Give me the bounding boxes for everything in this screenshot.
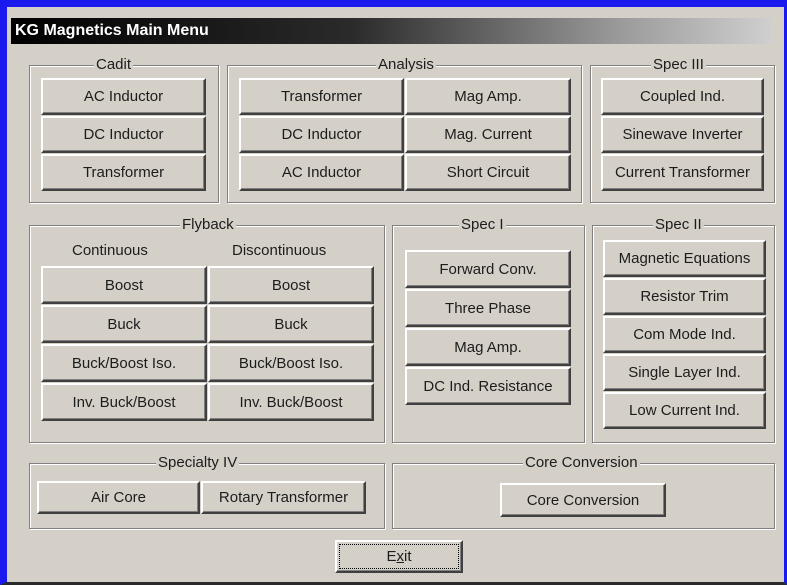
analysis-ac-inductor-button[interactable]: AC Inductor: [239, 154, 404, 191]
group-spec2: Spec II Magnetic Equations Resistor Trim…: [592, 216, 775, 443]
flyback-continuous-inv-buck-boost-button[interactable]: Inv. Buck/Boost: [41, 383, 207, 421]
spec1-mag-amp-button[interactable]: Mag Amp.: [405, 328, 571, 366]
analysis-dc-inductor-button[interactable]: DC Inductor: [239, 116, 404, 153]
group-spec3-label: Spec III: [651, 56, 706, 74]
main-menu-window: KG Magnetics Main Menu Cadit AC Inductor…: [0, 0, 787, 585]
group-core-conversion-label: Core Conversion: [523, 454, 640, 472]
analysis-mag-amp-button[interactable]: Mag Amp.: [405, 78, 571, 115]
spec3-sinewave-inverter-button[interactable]: Sinewave Inverter: [601, 116, 764, 153]
group-spec1-label: Spec I: [459, 216, 506, 234]
group-spec2-label: Spec II: [653, 216, 704, 234]
cadit-ac-inductor-button[interactable]: AC Inductor: [41, 78, 206, 115]
analysis-mag-current-button[interactable]: Mag. Current: [405, 116, 571, 153]
spec2-com-mode-ind-button[interactable]: Com Mode Ind.: [603, 316, 766, 353]
flyback-discontinuous-boost-button[interactable]: Boost: [208, 266, 374, 304]
group-specialty4-label: Specialty IV: [156, 454, 240, 472]
group-spec1: Spec I Forward Conv. Three Phase Mag Amp…: [392, 216, 585, 443]
specialty4-rotary-transformer-button[interactable]: Rotary Transformer: [201, 481, 366, 514]
exit-label-accelerator: x: [396, 548, 405, 565]
flyback-discontinuous-heading: Discontinuous: [232, 242, 327, 259]
flyback-discontinuous-inv-buck-boost-button[interactable]: Inv. Buck/Boost: [208, 383, 374, 421]
group-flyback: Flyback Continuous Discontinuous Boost B…: [29, 216, 385, 443]
flyback-discontinuous-buck-boost-iso-button[interactable]: Buck/Boost Iso.: [208, 344, 374, 382]
spec1-dc-ind-resistance-button[interactable]: DC Ind. Resistance: [405, 367, 571, 405]
spec1-three-phase-button[interactable]: Three Phase: [405, 289, 571, 327]
flyback-continuous-heading: Continuous: [72, 242, 148, 259]
flyback-continuous-buck-button[interactable]: Buck: [41, 305, 207, 343]
group-spec3: Spec III Coupled Ind. Sinewave Inverter …: [590, 56, 775, 203]
exit-button[interactable]: Ex it: [335, 540, 463, 573]
group-specialty4: Specialty IV Air Core Rotary Transformer: [29, 454, 385, 529]
group-core-conversion: Core Conversion Core Conversion: [392, 454, 775, 529]
spec2-low-current-ind-button[interactable]: Low Current Ind.: [603, 392, 766, 429]
group-cadit: Cadit AC Inductor DC Inductor Transforme…: [29, 56, 219, 203]
spec3-coupled-ind-button[interactable]: Coupled Ind.: [601, 78, 764, 115]
spec2-magnetic-equations-button[interactable]: Magnetic Equations: [603, 240, 766, 277]
core-conversion-button[interactable]: Core Conversion: [500, 483, 666, 517]
window-title: KG Magnetics Main Menu: [11, 18, 771, 44]
analysis-transformer-button[interactable]: Transformer: [239, 78, 404, 115]
exit-label-prefix: E: [386, 548, 397, 565]
spec3-current-transformer-button[interactable]: Current Transformer: [601, 154, 764, 191]
analysis-short-circuit-button[interactable]: Short Circuit: [405, 154, 571, 191]
spec2-resistor-trim-button[interactable]: Resistor Trim: [603, 278, 766, 315]
flyback-continuous-buck-boost-iso-button[interactable]: Buck/Boost Iso.: [41, 344, 207, 382]
group-analysis: Analysis Transformer DC Inductor AC Indu…: [227, 56, 582, 203]
group-analysis-label: Analysis: [376, 56, 436, 74]
spec1-forward-conv-button[interactable]: Forward Conv.: [405, 250, 571, 288]
spec2-single-layer-ind-button[interactable]: Single Layer Ind.: [603, 354, 766, 391]
exit-label-suffix: it: [404, 548, 412, 565]
cadit-dc-inductor-button[interactable]: DC Inductor: [41, 116, 206, 153]
group-flyback-label: Flyback: [180, 216, 236, 234]
group-cadit-label: Cadit: [94, 56, 134, 74]
specialty4-air-core-button[interactable]: Air Core: [37, 481, 200, 514]
flyback-discontinuous-buck-button[interactable]: Buck: [208, 305, 374, 343]
cadit-transformer-button[interactable]: Transformer: [41, 154, 206, 191]
flyback-continuous-boost-button[interactable]: Boost: [41, 266, 207, 304]
